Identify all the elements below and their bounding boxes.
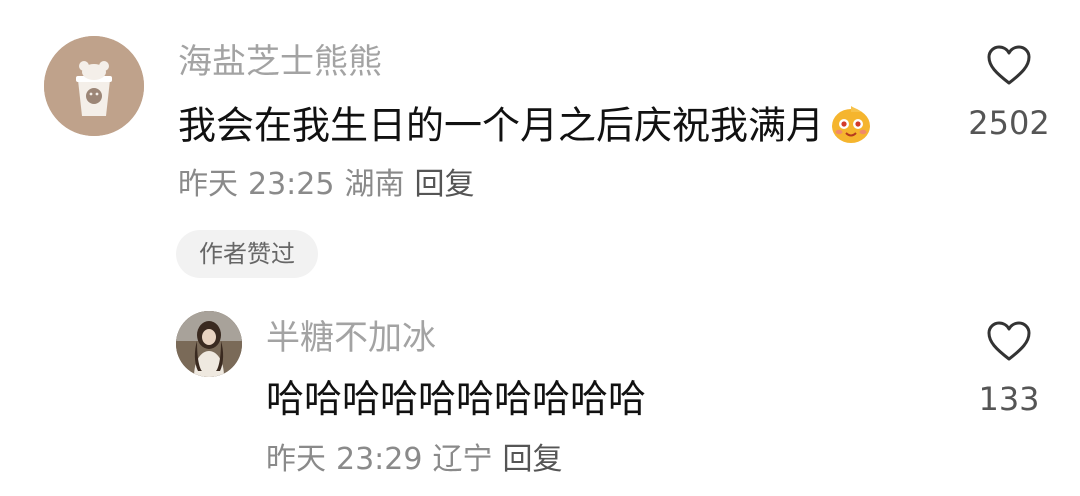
comment-text: 我会在我生日的一个月之后庆祝我满月 [178,100,874,156]
comment-text-content: 我会在我生日的一个月之后庆祝我满月 [178,103,825,148]
reply-reply-button[interactable]: 回复 [502,442,562,477]
girl-photo-avatar-icon [176,311,242,377]
smiling-blush-emoji-icon [828,100,874,156]
author-liked-badge: 作者赞过 [176,230,318,278]
reply-time: 23:29 [336,442,423,477]
heart-icon [987,45,1031,85]
heart-icon [987,321,1031,361]
avatar[interactable] [44,36,144,136]
bear-cup-avatar-icon [44,36,144,136]
reply-meta: 昨天 23:29 辽宁 回复 [266,442,572,478]
comment-like-count: 2502 [968,104,1050,142]
comment-location: 湖南 [344,167,405,202]
comment-reply-button[interactable]: 回复 [414,167,474,202]
comment-username[interactable]: 海盐芝士熊熊 [178,42,382,82]
reply-text: 哈哈哈哈哈哈哈哈哈哈 [266,377,647,421]
reply-like-count: 133 [978,380,1040,418]
reply-like-button[interactable] [986,320,1032,366]
comment-meta: 昨天 23:25 湖南 回复 [178,167,484,203]
comment-time: 23:25 [248,167,335,202]
reply-username[interactable]: 半糖不加冰 [266,318,436,358]
comment-like-button[interactable] [986,44,1032,90]
reply-location: 辽宁 [432,442,493,477]
reply-date: 昨天 [266,442,326,477]
reply-avatar[interactable] [176,311,242,377]
comment-date: 昨天 [178,167,238,202]
